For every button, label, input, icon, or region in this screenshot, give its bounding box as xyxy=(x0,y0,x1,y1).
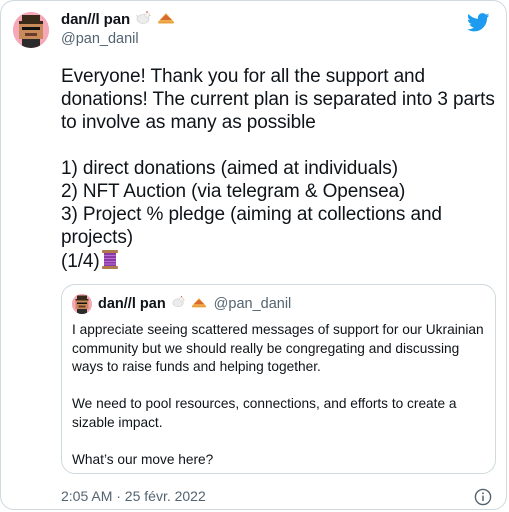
rooster-emoji xyxy=(135,10,152,29)
tweet-text: Everyone! Thank you for all the support … xyxy=(61,65,497,276)
quoted-tweet-text: I appreciate seeing scattered messages o… xyxy=(72,322,484,467)
author-avatar[interactable] xyxy=(13,12,49,48)
twitter-logo-icon[interactable] xyxy=(467,13,490,32)
pie-emoji xyxy=(191,296,207,312)
pie-emoji xyxy=(157,11,175,28)
quoted-author-row: dan//l pan @pan_danil xyxy=(98,295,291,312)
info-icon[interactable] xyxy=(474,488,492,506)
tweet-text-content: Everyone! Thank you for all the support … xyxy=(61,66,495,272)
quoted-author-name: dan//l pan xyxy=(98,295,166,312)
author-name[interactable]: dan//l pan xyxy=(61,11,130,28)
tweet-card: dan//l pan @pan_danil Everyone! Thank yo… xyxy=(0,0,507,510)
quoted-author-handle: @pan_danil xyxy=(213,295,292,312)
thread-spool-icon xyxy=(100,249,120,276)
rooster-emoji xyxy=(171,295,186,312)
tweet-timestamp[interactable]: 2:05 AM · 25 févr. 2022 xyxy=(61,488,206,504)
author-name-row[interactable]: dan//l pan xyxy=(61,10,175,29)
quoted-author-avatar xyxy=(72,294,92,314)
author-handle[interactable]: @pan_danil xyxy=(61,31,139,47)
quoted-tweet[interactable]: dan//l pan @pan_danil I appreciate seein… xyxy=(61,284,496,474)
